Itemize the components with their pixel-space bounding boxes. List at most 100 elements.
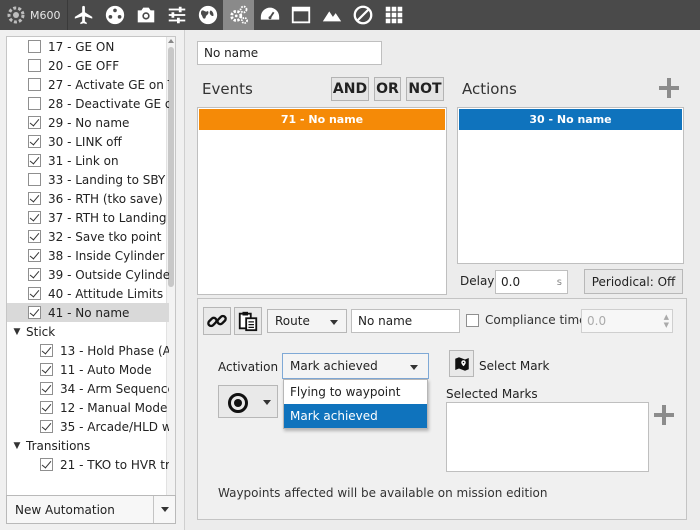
and-button[interactable]: AND — [331, 77, 369, 101]
paste-button[interactable] — [234, 307, 262, 335]
footer-note: Waypoints affected will be available on … — [218, 486, 548, 500]
tree-item[interactable]: 11 - Auto Mode — [7, 360, 169, 379]
delay-input[interactable]: 0.0 s — [495, 270, 568, 294]
tree-item[interactable]: 13 - Hold Phase (Ar — [7, 341, 169, 360]
window-button[interactable] — [285, 0, 316, 30]
event-item[interactable]: 71 - No name — [199, 109, 445, 130]
tree-item-label: 40 - Attitude Limits — [48, 286, 164, 301]
tree-item-checkbox[interactable] — [28, 154, 41, 167]
link-button[interactable] — [203, 307, 231, 335]
tree-item[interactable]: 35 - Arcade/HLD wh — [7, 417, 169, 436]
tree-item-label: 32 - Save tko point — [48, 229, 162, 244]
grid-button[interactable] — [378, 0, 409, 30]
terrain-button[interactable] — [316, 0, 347, 30]
activation-option-mark[interactable]: Mark achieved — [284, 404, 427, 428]
selected-marks-label: Selected Marks — [446, 387, 538, 401]
or-button[interactable]: OR — [374, 77, 401, 101]
new-automation-dropdown[interactable] — [153, 496, 175, 523]
flight-button[interactable] — [68, 0, 99, 30]
target-type-button[interactable] — [218, 385, 278, 418]
periodical-button[interactable]: Periodical: Off — [584, 269, 683, 294]
camera-button[interactable] — [130, 0, 161, 30]
action-item[interactable]: 30 - No name — [459, 109, 682, 130]
tree-item-checkbox[interactable] — [40, 458, 53, 471]
tree-item-checkbox[interactable] — [28, 97, 41, 110]
tree-group-stick[interactable]: ▼ Stick — [7, 322, 169, 341]
new-automation-button[interactable]: New Automation — [6, 495, 176, 524]
tree-item-checkbox[interactable] — [40, 363, 53, 376]
sliders-button[interactable] — [161, 0, 192, 30]
caret-down-icon[interactable]: ▼ — [11, 441, 23, 451]
window-icon — [291, 6, 310, 24]
tree-item-checkbox[interactable] — [40, 420, 53, 433]
tree-item-checkbox[interactable] — [28, 306, 41, 319]
brand[interactable]: M600 — [0, 0, 68, 30]
gauge-button[interactable] — [254, 0, 285, 30]
tree-item[interactable]: 30 - LINK off — [7, 132, 169, 151]
tree-item[interactable]: 31 - Link on — [7, 151, 169, 170]
chevron-down-icon — [263, 400, 271, 405]
tree-item[interactable]: 29 - No name — [7, 113, 169, 132]
tree-item[interactable]: 28 - Deactivate GE on — [7, 94, 169, 113]
tree-item[interactable]: 39 - Outside Cylinder — [7, 265, 169, 284]
tree-item[interactable]: 12 - Manual Mode — [7, 398, 169, 417]
route-name-input[interactable]: No name — [351, 309, 460, 333]
joystick-icon — [105, 5, 124, 25]
tree-item-checkbox[interactable] — [40, 344, 53, 357]
clipboard-icon — [238, 311, 258, 332]
activation-dropdown[interactable]: Mark achieved — [282, 353, 429, 379]
grid-icon — [385, 6, 402, 24]
tree-item-checkbox[interactable] — [28, 287, 41, 300]
tree-item[interactable]: 41 - No name — [7, 303, 169, 322]
tree-item[interactable]: 27 - Activate GE on Ta — [7, 75, 169, 94]
tree-item[interactable]: 20 - GE OFF — [7, 56, 169, 75]
tree-group-transitions[interactable]: ▼ Transitions — [7, 436, 169, 455]
tree-item-label: 30 - LINK off — [48, 134, 122, 149]
tree-item-label: 27 - Activate GE on Ta — [48, 77, 169, 92]
activation-dropdown-menu: Flying to waypoint Mark achieved — [283, 379, 428, 429]
joystick-button[interactable] — [99, 0, 130, 30]
not-button[interactable]: NOT — [406, 77, 444, 101]
tree-item-checkbox[interactable] — [28, 116, 41, 129]
add-mark-plus-icon[interactable] — [654, 405, 674, 425]
activation-option-flying[interactable]: Flying to waypoint — [284, 380, 427, 404]
select-mark-button[interactable] — [449, 350, 474, 377]
tree-item[interactable]: 21 - TKO to HVR tra — [7, 455, 169, 474]
route-dropdown[interactable]: Route — [267, 309, 347, 333]
tree-item-label: 38 - Inside Cylinder — [48, 248, 165, 263]
globe-button[interactable] — [192, 0, 223, 30]
target-icon — [228, 393, 248, 413]
tree-item[interactable]: 34 - Arm Sequence — [7, 379, 169, 398]
tree-item[interactable]: 33 - Landing to SBY — [7, 170, 169, 189]
tree-item-checkbox[interactable] — [28, 78, 41, 91]
caret-down-icon[interactable]: ▼ — [11, 327, 23, 337]
tree-item[interactable]: 40 - Attitude Limits — [7, 284, 169, 303]
compliance-time-input[interactable]: 0.0 ▲ ▼ — [581, 309, 673, 333]
tree-item-checkbox[interactable] — [28, 249, 41, 262]
tree-item[interactable]: 37 - RTH to Landing ( — [7, 208, 169, 227]
automation-name-input[interactable]: No name — [197, 41, 382, 65]
globe-icon — [198, 5, 217, 25]
tree-item-checkbox[interactable] — [40, 382, 53, 395]
spinner-icon[interactable]: ▲ ▼ — [664, 313, 669, 329]
tree-item-checkbox[interactable] — [28, 59, 41, 72]
tree-item[interactable]: 38 - Inside Cylinder — [7, 246, 169, 265]
select-mark-label: Select Mark — [479, 359, 550, 373]
tree-item-checkbox[interactable] — [28, 192, 41, 205]
selected-marks-list — [446, 402, 649, 472]
tree-item-checkbox[interactable] — [40, 401, 53, 414]
tree-item-checkbox[interactable] — [28, 40, 41, 53]
tree-item-checkbox[interactable] — [28, 211, 41, 224]
tree-item[interactable]: 36 - RTH (tko save) — [7, 189, 169, 208]
compliance-toggle[interactable]: Compliance time — [466, 313, 587, 327]
tree-item[interactable]: 32 - Save tko point — [7, 227, 169, 246]
forbidden-button[interactable] — [347, 0, 378, 30]
tree-item-checkbox[interactable] — [28, 268, 41, 281]
tree-item-checkbox[interactable] — [28, 230, 41, 243]
tree-item[interactable]: 17 - GE ON — [7, 37, 169, 56]
tree-item-checkbox[interactable] — [28, 135, 41, 148]
compliance-checkbox[interactable] — [466, 313, 479, 327]
tree-item-checkbox[interactable] — [28, 173, 41, 186]
automations-button[interactable] — [223, 0, 254, 30]
add-action-plus-icon[interactable] — [659, 78, 679, 98]
